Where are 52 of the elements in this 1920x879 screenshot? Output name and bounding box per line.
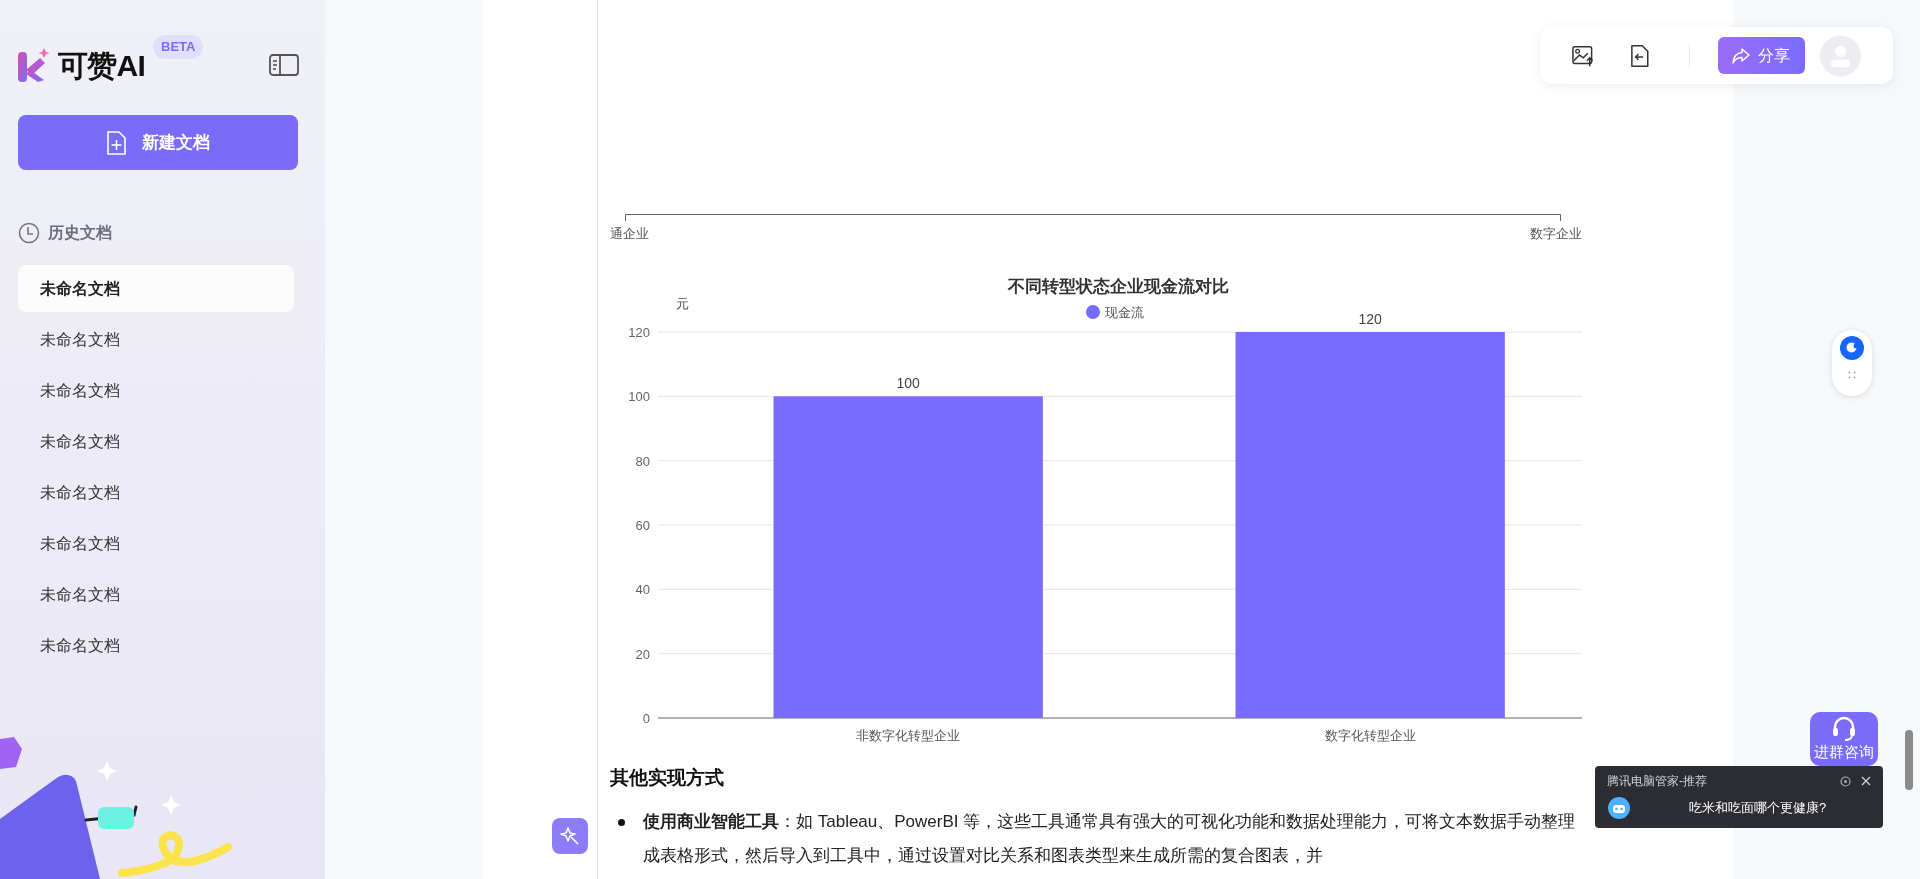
chart-title: 不同转型状态企业现金流对比 — [1007, 277, 1229, 296]
history-icon — [18, 222, 40, 244]
consult-button[interactable]: 进群咨询 — [1810, 712, 1878, 766]
drag-handle-icon[interactable] — [1848, 371, 1856, 379]
robot-icon — [1607, 796, 1631, 820]
y-tick-label: 20 — [635, 646, 650, 662]
y-tick-label: 80 — [635, 453, 650, 469]
beta-badge: BETA — [153, 35, 204, 59]
history-item[interactable]: 未命名文档 — [18, 316, 294, 363]
file-back-icon[interactable] — [1630, 43, 1650, 68]
axis-label: 通企业 — [610, 225, 649, 243]
headset-icon — [1832, 716, 1856, 742]
y-tick-label: 0 — [642, 711, 650, 726]
sidebar-toggle-icon[interactable] — [269, 54, 299, 76]
logo-icon — [18, 48, 50, 82]
category-label: 非数字化转型企业 — [856, 728, 961, 743]
history-item[interactable]: 未命名文档 — [18, 418, 294, 465]
history-title: 历史文档 — [48, 223, 112, 243]
section-heading: 其他实现方式 — [610, 766, 724, 790]
new-document-button[interactable]: 新建文档 — [18, 115, 298, 170]
y-tick-label: 60 — [635, 518, 650, 533]
history-item[interactable]: 未命名文档 — [18, 520, 294, 567]
brand-name: 可赞AI — [58, 47, 145, 84]
scrollbar-thumb — [1905, 730, 1913, 790]
notification-message[interactable]: 吃米和吃面哪个更健康? — [1689, 798, 1827, 818]
magic-wand-icon — [560, 826, 580, 846]
chat-bubble-icon — [1839, 335, 1865, 361]
ai-assist-button[interactable] — [552, 818, 588, 854]
history-item[interactable]: 未命名文档 — [18, 622, 294, 669]
y-axis-label: 元 — [675, 296, 689, 311]
category-label: 数字化转型企业 — [1324, 728, 1416, 743]
add-file-icon — [106, 130, 126, 155]
y-tick-label: 100 — [628, 389, 650, 405]
share-button[interactable]: 分享 — [1718, 37, 1805, 74]
notification-title: 腾讯电脑管家-推荐 — [1607, 773, 1707, 790]
history-item[interactable]: 未命名文档 — [18, 367, 294, 414]
history-item[interactable]: 未命名文档 — [18, 571, 294, 618]
legend-label: 现金流 — [1105, 305, 1144, 320]
history-item[interactable]: 未命名文档 — [18, 469, 294, 516]
bullet-text: 使用商业智能工具：如 Tableau、PowerBI 等，这些工具通常具有强大的可视化功能和数据处理能力，可将文本数据手动整理成表格形式，然后导入到工具中，通过设置对比关系和图表类型来生成所需的复合图表，并 — [643, 810, 1577, 867]
settings-icon[interactable] — [1840, 775, 1851, 787]
y-tick-label: 40 — [635, 582, 650, 598]
axis-label: 数字企业 — [1530, 225, 1582, 243]
floating-pill[interactable] — [1832, 330, 1872, 396]
history-item[interactable]: 未命名文档 — [18, 265, 294, 312]
close-icon[interactable] — [1861, 776, 1871, 786]
share-icon — [1732, 47, 1751, 64]
bar-value-label: 120 — [1358, 311, 1382, 327]
y-tick-label: 120 — [628, 325, 650, 340]
image-upload-icon[interactable] — [1572, 43, 1595, 68]
bullet-icon — [618, 818, 625, 826]
bar-value-label: 100 — [896, 375, 920, 392]
